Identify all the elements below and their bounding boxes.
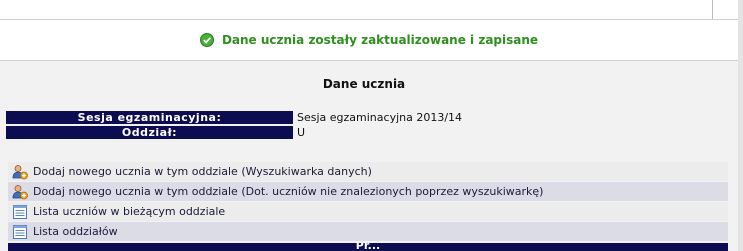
top-strip: [0, 0, 738, 20]
page-title: Dane ucznia: [322, 77, 406, 91]
info-value-class: U: [297, 126, 306, 139]
info-row-class: Oddział: U: [6, 126, 462, 139]
student-info-table: Sesja egzaminacyjna: Sesja egzaminacyjna…: [6, 109, 462, 141]
list-icon: [12, 224, 28, 240]
success-message: Dane ucznia zostały zaktualizowane i zap…: [0, 20, 738, 61]
scrollbar-track[interactable]: [738, 0, 743, 251]
add-student-search-link[interactable]: Dodaj nowego ucznia w tym oddziale (Wysz…: [8, 162, 728, 181]
success-message-text: Dane ucznia zostały zaktualizowane i zap…: [221, 33, 539, 47]
class-list-link[interactable]: Lista oddziałów: [8, 222, 728, 241]
top-strip-divider: [712, 0, 713, 19]
add-student-manual-label: Dodaj nowego ucznia w tym oddziale (Dot.…: [33, 185, 544, 198]
add-user-icon: [12, 164, 28, 180]
list-icon: [12, 204, 28, 220]
add-user-icon: [12, 184, 28, 200]
student-list-link[interactable]: Lista uczniów w bieżącym oddziale: [8, 202, 728, 221]
check-circle-icon: [199, 33, 214, 47]
action-list: Dodaj nowego ucznia w tym oddziale (Wysz…: [8, 162, 728, 242]
info-value-session: Sesja egzaminacyjna 2013/14: [297, 111, 463, 124]
info-row-session: Sesja egzaminacyjna: Sesja egzaminacyjna…: [6, 111, 462, 124]
add-student-manual-link[interactable]: Dodaj nowego ucznia w tym oddziale (Dot.…: [8, 182, 728, 201]
add-student-search-label: Dodaj nowego ucznia w tym oddziale (Wysz…: [33, 165, 372, 178]
info-label-class: Oddział:: [6, 126, 293, 139]
student-list-label: Lista uczniów w bieżącym oddziale: [33, 205, 226, 218]
info-label-session: Sesja egzaminacyjna:: [6, 111, 293, 124]
section-header-text: Pr...: [355, 243, 381, 251]
section-header-bar: Pr...: [8, 243, 728, 251]
class-list-label: Lista oddziałów: [33, 225, 118, 238]
